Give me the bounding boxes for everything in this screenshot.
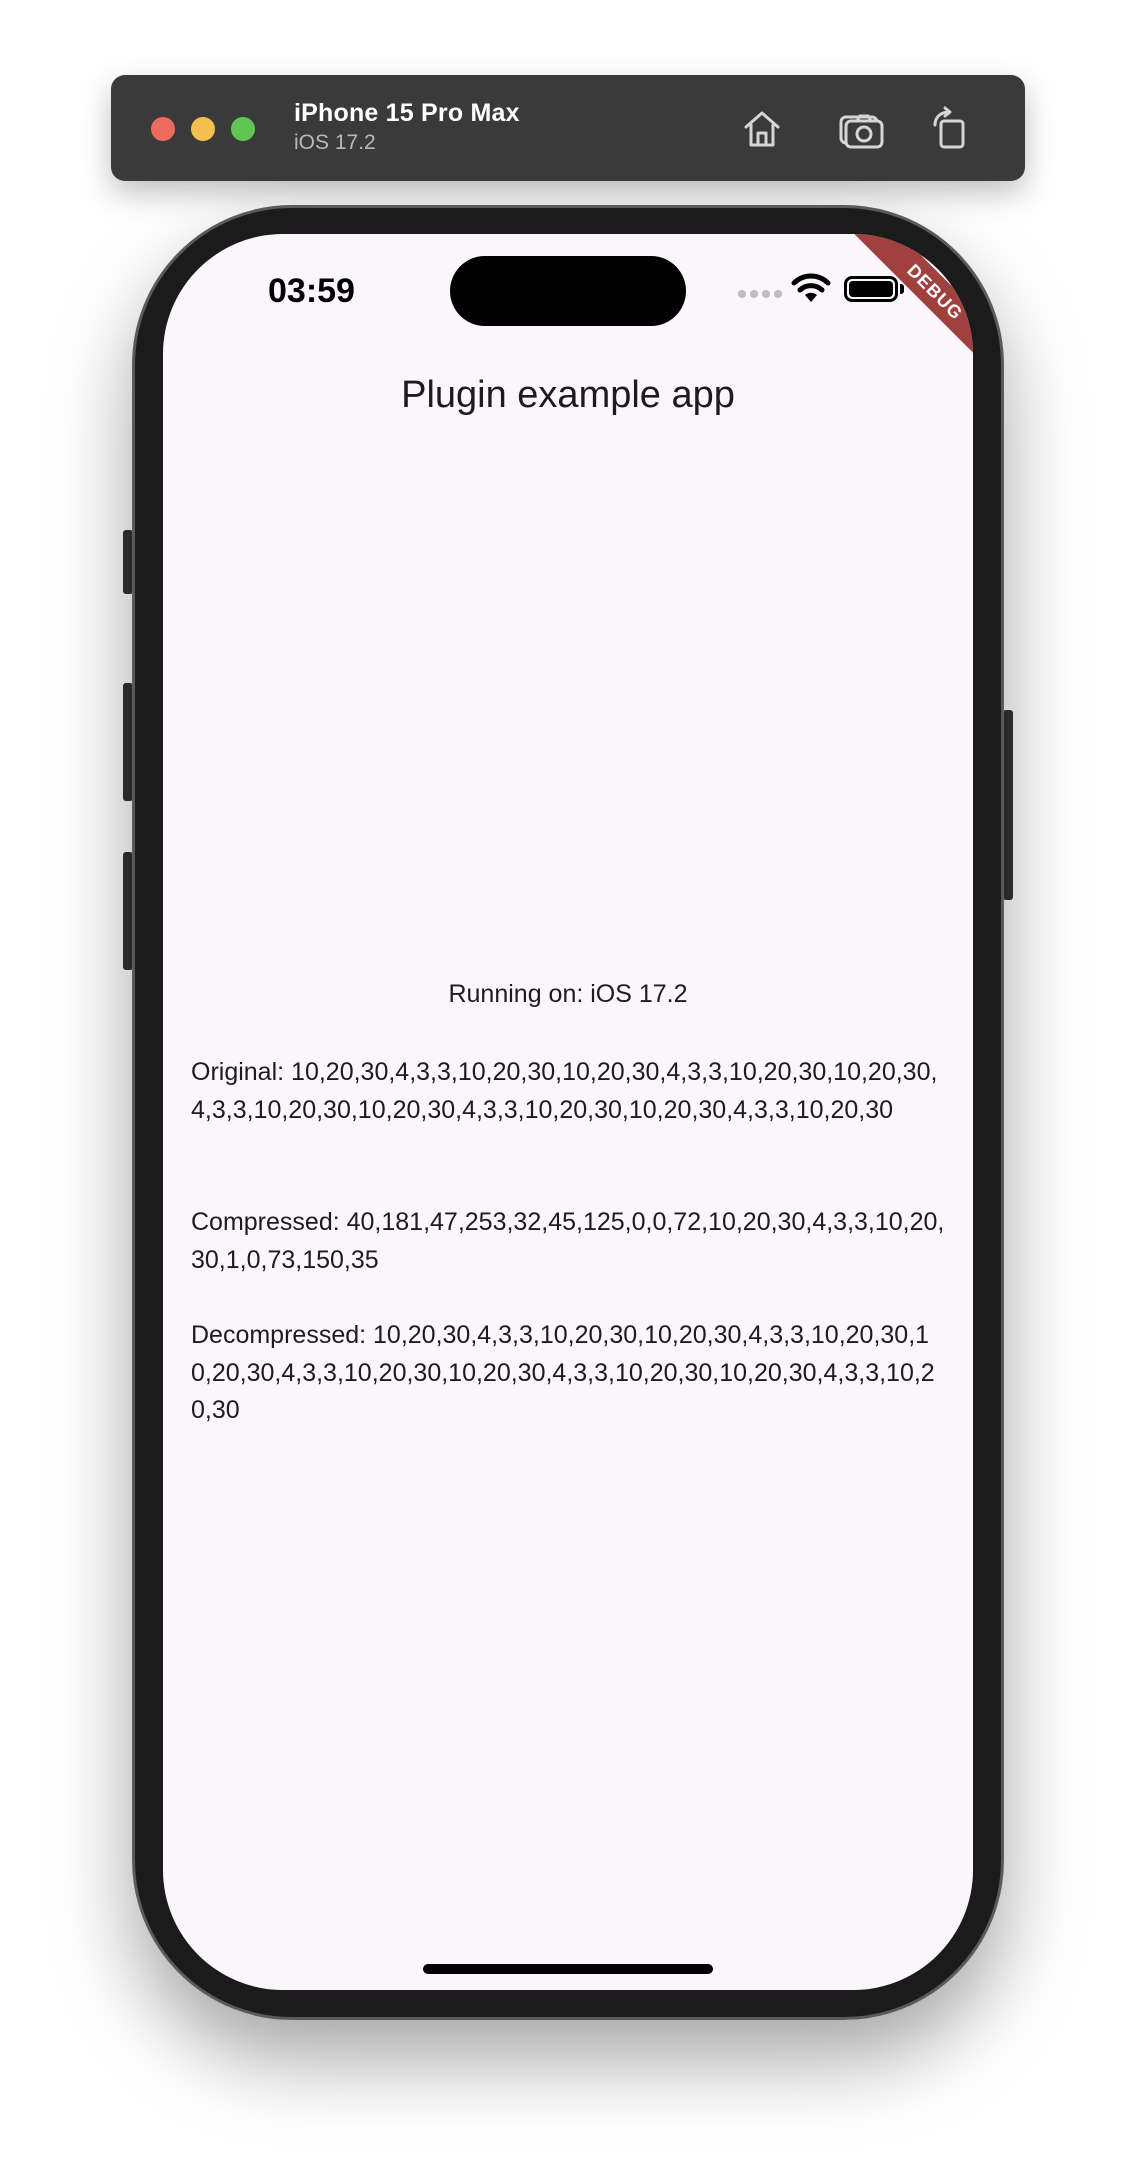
cellular-signal-icon (738, 290, 782, 298)
home-icon (744, 111, 780, 147)
decompressed-data-text: Decompressed: 10,20,30,4,3,3,10,20,30,10… (191, 1321, 935, 1424)
debug-banner-wrap: DEBUG (833, 234, 973, 374)
compressed-data-text: Compressed: 40,181,47,253,32,45,125,0,0,… (191, 1208, 945, 1274)
device-name: iPhone 15 Pro Max (294, 99, 520, 127)
rotate-button[interactable] (927, 105, 975, 153)
window-minimize-button[interactable] (191, 117, 215, 141)
rotate-icon (933, 106, 965, 149)
os-version: iOS 17.2 (294, 131, 376, 154)
screenshot-button[interactable] (837, 105, 885, 153)
wifi-icon (791, 272, 831, 304)
camera-icon (839, 114, 884, 149)
status-time: 03:59 (268, 272, 355, 310)
window-close-button[interactable] (151, 117, 175, 141)
phone-screen: 03:59 DEBUG Plugin example app Running o… (163, 234, 973, 1990)
power-button[interactable] (1003, 710, 1013, 900)
debug-banner: DEBUG (852, 234, 973, 374)
simulator-title-bar: iPhone 15 Pro Max iOS 17.2 (111, 75, 1025, 181)
home-indicator[interactable] (423, 1964, 713, 1974)
home-button[interactable] (738, 105, 786, 153)
running-on-text: Running on: iOS 17.2 (448, 980, 688, 1008)
dynamic-island (450, 256, 686, 326)
window-maximize-button[interactable] (231, 117, 255, 141)
app-bar-title: Plugin example app (401, 374, 735, 416)
original-data-text: Original: 10,20,30,4,3,3,10,20,30,10,20,… (191, 1058, 938, 1124)
